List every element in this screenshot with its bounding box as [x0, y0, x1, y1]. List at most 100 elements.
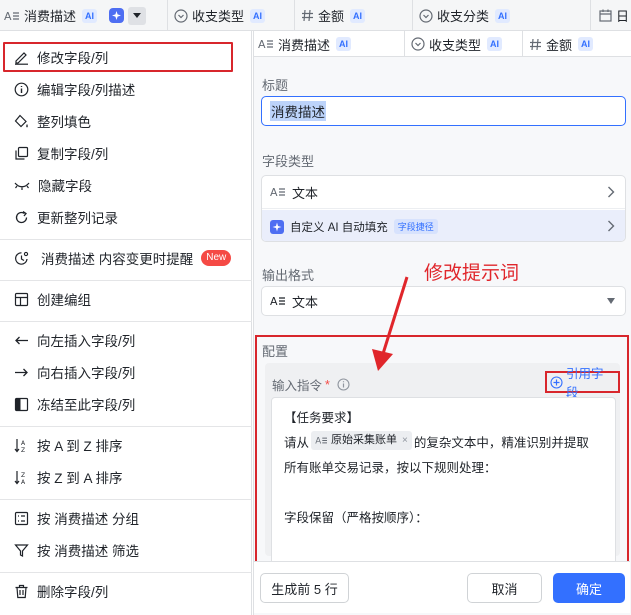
menu-item-insert-left[interactable]: 向左插入字段/列 — [0, 325, 252, 355]
text-field-icon: A — [258, 37, 274, 51]
field-header-bar: A 消费描述 AI 收支类型 AI 金额 AI 收支分类 AI 日 — [0, 0, 631, 31]
menu-divider — [0, 572, 252, 573]
menu-divider — [0, 426, 252, 427]
input-command-label: 输入指令 * — [272, 375, 350, 394]
copy-icon — [14, 146, 29, 161]
menu-divider — [0, 499, 252, 500]
prompt-line: 所有账单交易记录，按以下规则处理： — [284, 461, 497, 475]
eye-closed-icon — [14, 178, 30, 192]
group-list-icon — [14, 511, 29, 526]
generate-preview-button[interactable]: 生成前 5 行 — [260, 573, 349, 603]
menu-divider — [0, 280, 252, 281]
plus-circle-icon — [550, 375, 563, 389]
radio-option-icon — [411, 37, 425, 51]
panel-header-col-type[interactable]: 收支类型 AI — [405, 31, 523, 57]
shortcut-tag: 字段捷径 — [393, 219, 438, 234]
svg-text:A: A — [258, 38, 266, 51]
output-format-select[interactable]: A 文本 — [261, 286, 626, 316]
title-input[interactable]: 消费描述 — [261, 96, 626, 126]
reference-field-button[interactable]: 引用字段 — [545, 367, 620, 400]
prompt-editor[interactable]: 【任务要求】 请从 A 原始采集账单 × 的复杂文本中，精准识别并提取 所有账单交易记录… — [271, 397, 616, 567]
clock-alert-icon — [14, 251, 29, 266]
panel-header-col-amount[interactable]: 金额 AI — [523, 31, 631, 57]
field-config-panel: A 消费描述 AI 收支类型 AI 金额 AI 标题 消费描述 字段类型 A 文… — [253, 31, 631, 615]
input-command-section: 输入指令 * 引用字段 【任务要求】 请从 A 原始采集账单 × 的复杂文本中，精准识别… — [265, 363, 620, 567]
header-col-consumption-desc[interactable]: A 消费描述 AI — [0, 0, 168, 31]
panel-header-col-desc[interactable]: A 消费描述 AI — [254, 31, 405, 57]
header-col-date[interactable]: 日 — [591, 0, 631, 31]
group-layout-icon — [14, 292, 29, 307]
svg-text:Z: Z — [21, 447, 25, 453]
sort-asc-icon: AZ — [14, 438, 29, 453]
title-input-value: 消费描述 — [270, 101, 326, 121]
arrow-right-icon — [14, 365, 29, 380]
new-badge: New — [201, 250, 232, 266]
filter-icon — [14, 543, 29, 558]
sort-desc-icon: ZA — [14, 470, 29, 485]
chevron-right-icon — [607, 220, 615, 232]
menu-item-sort-asc[interactable]: AZ 按 A 到 Z 排序 — [0, 430, 252, 460]
annotation-text: 修改提示词 — [424, 263, 520, 284]
svg-text:A: A — [270, 295, 278, 308]
menu-item-hide-field[interactable]: 隐藏字段 — [0, 170, 252, 200]
menu-item-group-by[interactable]: 按 消费描述 分组 — [0, 503, 252, 533]
menu-item-edit-field[interactable]: 修改字段/列 — [0, 42, 252, 72]
menu-item-insert-right[interactable]: 向右插入字段/列 — [0, 357, 252, 387]
ai-autofill-option[interactable]: 自定义 AI 自动填充 字段捷径 — [262, 210, 625, 241]
prompt-line: 请从 A 原始采集账单 × 的复杂文本中，精准识别并提取 — [284, 431, 603, 456]
panel-header-bar: A 消费描述 AI 收支类型 AI 金额 AI — [254, 31, 631, 57]
field-type-text-option[interactable]: A 文本 — [262, 176, 625, 209]
freeze-column-icon — [14, 397, 29, 412]
close-icon[interactable]: × — [402, 428, 408, 453]
svg-text:A: A — [21, 440, 26, 447]
menu-item-create-group[interactable]: 创建编组 — [0, 284, 252, 314]
svg-text:Z: Z — [21, 472, 25, 479]
text-field-icon: A — [315, 435, 328, 446]
refresh-icon — [14, 210, 29, 225]
menu-item-delete-field[interactable]: 删除字段/列 — [0, 576, 252, 606]
menu-item-sort-desc[interactable]: ZA 按 Z 到 A 排序 — [0, 462, 252, 492]
field-type-selector: A 文本 自定义 AI 自动填充 字段捷径 — [261, 175, 626, 242]
radio-option-icon — [174, 8, 188, 23]
cancel-button[interactable]: 取消 — [467, 573, 542, 603]
svg-text:A: A — [4, 10, 12, 23]
paint-bucket-icon — [14, 114, 29, 129]
chevron-down-icon[interactable] — [128, 6, 147, 25]
menu-item-filter-by[interactable]: 按 消费描述 筛选 — [0, 535, 252, 565]
menu-item-fill-color[interactable]: 整列填色 — [0, 106, 252, 136]
hash-icon — [529, 38, 542, 51]
info-icon[interactable] — [337, 378, 350, 391]
arrow-left-icon — [14, 333, 29, 348]
required-mark: * — [325, 377, 330, 392]
svg-text:A: A — [270, 186, 278, 199]
trash-icon — [14, 584, 29, 599]
hash-icon — [301, 9, 314, 22]
calendar-icon — [599, 9, 612, 22]
confirm-button[interactable]: 确定 — [553, 573, 625, 603]
menu-divider — [0, 239, 252, 240]
menu-item-change-reminder[interactable]: 消费描述 内容变更时提醒 New — [0, 243, 252, 273]
chevron-down-icon — [607, 298, 615, 304]
config-label: 配置 — [262, 344, 289, 359]
menu-item-edit-description[interactable]: 编辑字段/列描述 — [0, 74, 252, 104]
output-format-label: 输出格式 — [262, 268, 315, 283]
text-field-icon: A — [270, 294, 286, 308]
menu-item-refresh-column[interactable]: 更新整列记录 — [0, 202, 252, 232]
header-col-amount[interactable]: 金额 AI — [295, 0, 413, 31]
header-col-income-type[interactable]: 收支类型 AI — [168, 0, 295, 31]
text-field-icon: A — [4, 9, 20, 23]
header-col-income-category[interactable]: 收支分类 AI — [413, 0, 591, 31]
text-field-icon: A — [270, 185, 286, 199]
field-context-menu: 修改字段/列 编辑字段/列描述 整列填色 复制字段/列 隐藏字段 更新整列记录 … — [0, 31, 252, 615]
menu-item-copy-field[interactable]: 复制字段/列 — [0, 138, 252, 168]
ai-sparkle-icon[interactable] — [109, 8, 125, 23]
prompt-line-blank — [284, 481, 603, 506]
menu-item-freeze-column[interactable]: 冻结至此字段/列 — [0, 389, 252, 419]
pencil-icon — [14, 50, 29, 65]
svg-text:A: A — [21, 479, 26, 485]
prompt-line: 字段保留（严格按顺序）： — [284, 511, 428, 525]
radio-option-icon — [419, 8, 433, 23]
field-reference-chip[interactable]: A 原始采集账单 × — [311, 431, 412, 450]
field-type-label: 字段类型 — [262, 154, 315, 169]
annotation-arrow-icon — [372, 276, 409, 371]
